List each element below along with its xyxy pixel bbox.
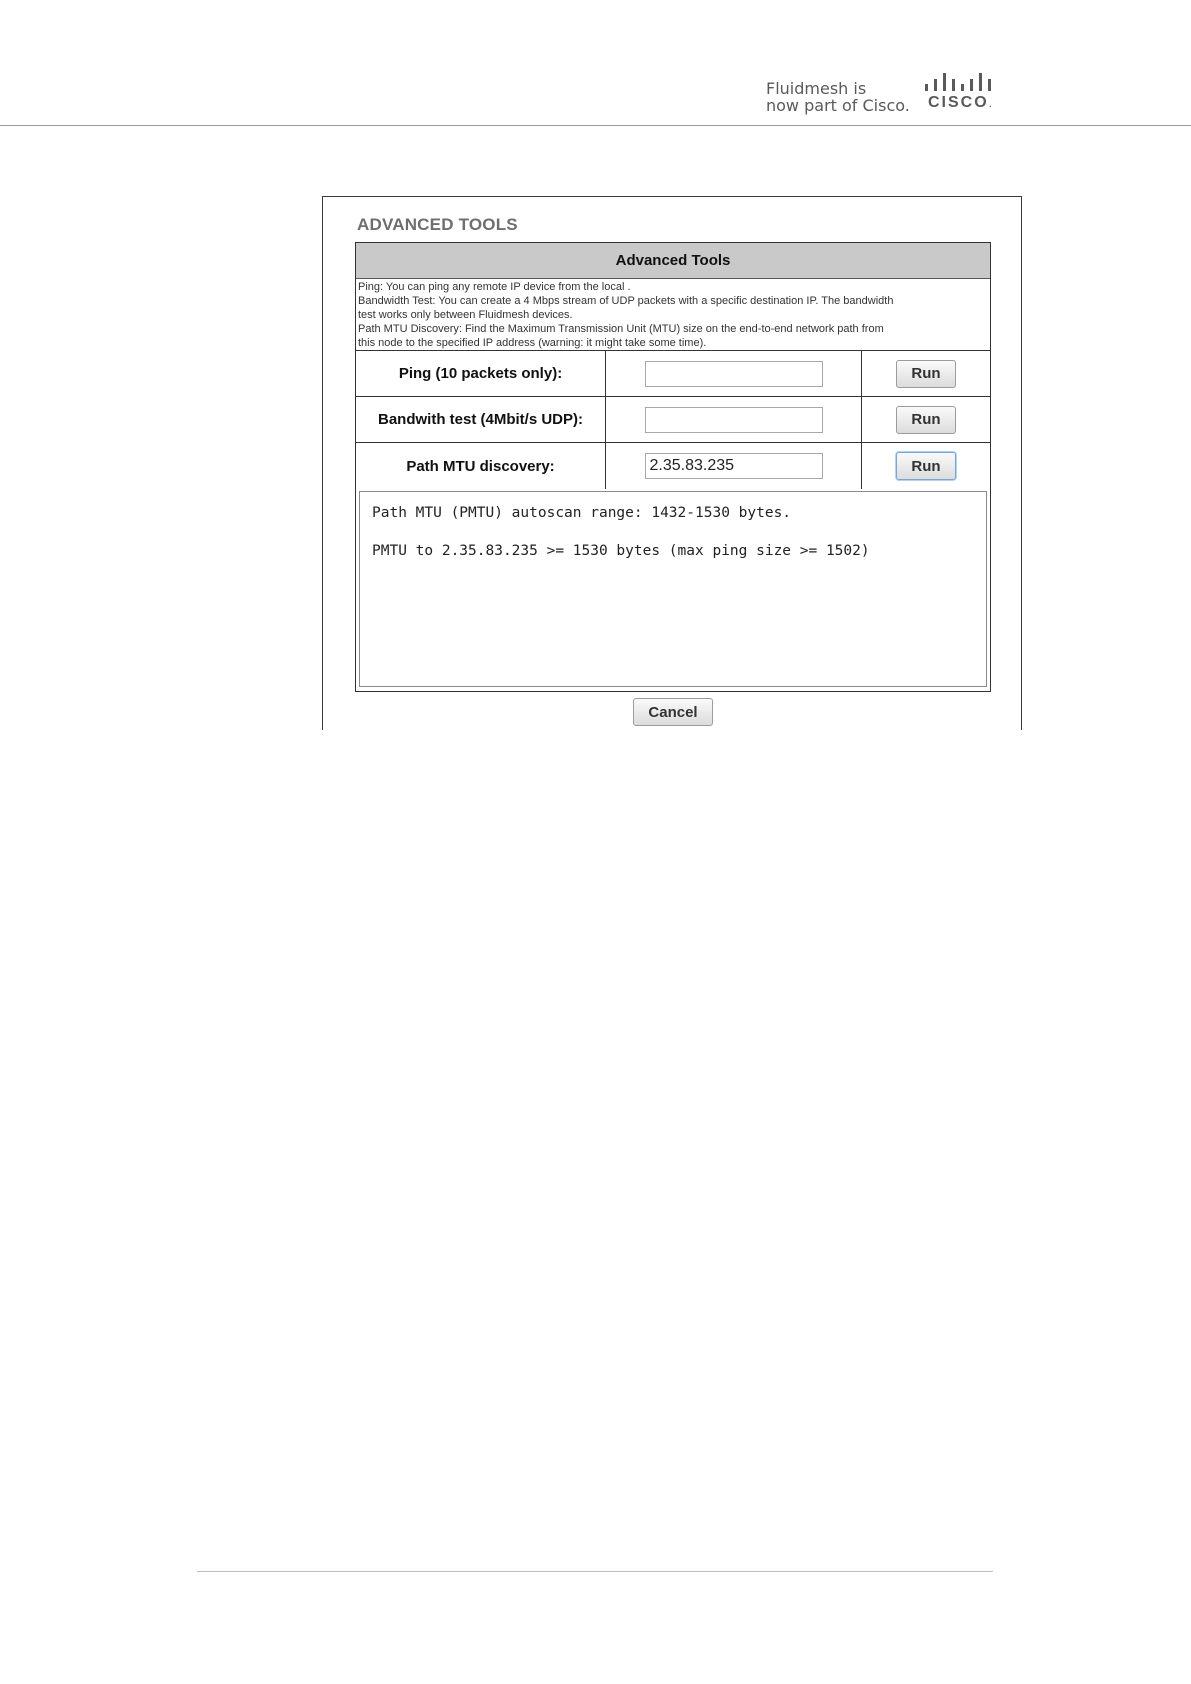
output-line: Path MTU (PMTU) autoscan range: 1432-153…: [372, 505, 792, 521]
ping-row: Ping (10 packets only): Run: [356, 351, 990, 397]
output-line: PMTU to 2.35.83.235 >= 1530 bytes (max p…: [372, 543, 870, 559]
description-line: this node to the specified IP address (w…: [358, 337, 707, 349]
bandwidth-ip-input[interactable]: [644, 406, 823, 433]
advanced-tools-screenshot: ADVANCED TOOLS Advanced Tools Ping: You …: [322, 196, 1022, 730]
tagline-line-2: now part of Cisco.: [766, 96, 910, 115]
panel-header: Advanced Tools: [356, 243, 990, 279]
advanced-tools-panel: Advanced Tools Ping: You can ping any re…: [355, 242, 991, 692]
path-mtu-ip-input[interactable]: [644, 453, 823, 479]
ping-ip-input[interactable]: [644, 360, 823, 387]
description-line: Ping: You can ping any remote IP device …: [358, 281, 631, 293]
path-mtu-row: Path MTU discovery: Run: [356, 443, 990, 489]
tagline-line-1: Fluidmesh is: [766, 79, 867, 98]
cisco-bars-icon: [925, 73, 991, 91]
bandwidth-run-button[interactable]: Run: [896, 405, 956, 434]
bandwidth-label: Bandwith test (4Mbit/s UDP):: [356, 397, 606, 442]
fluidmesh-cisco-tagline: Fluidmesh is now part of Cisco.: [766, 80, 910, 114]
section-title: ADVANCED TOOLS: [357, 215, 518, 234]
cisco-logo: CISCO.: [922, 72, 996, 116]
cancel-button[interactable]: Cancel: [633, 698, 713, 726]
path-mtu-label: Path MTU discovery:: [356, 443, 606, 489]
header-divider: [0, 125, 1191, 126]
tool-output-textarea[interactable]: Path MTU (PMTU) autoscan range: 1432-153…: [359, 491, 987, 687]
ping-run-button[interactable]: Run: [896, 359, 956, 388]
description-line: test works only between Fluidmesh device…: [358, 309, 573, 321]
footer-divider: [197, 1571, 993, 1572]
description-line: Bandwidth Test: You can create a 4 Mbps …: [358, 295, 894, 307]
description-line: Path MTU Discovery: Find the Maximum Tra…: [358, 323, 884, 335]
bandwidth-row: Bandwith test (4Mbit/s UDP): Run: [356, 397, 990, 443]
cisco-wordmark: CISCO.: [928, 94, 993, 111]
ping-label: Ping (10 packets only):: [356, 351, 606, 396]
path-mtu-run-button[interactable]: Run: [896, 452, 956, 480]
tools-description: Ping: You can ping any remote IP device …: [356, 279, 990, 351]
